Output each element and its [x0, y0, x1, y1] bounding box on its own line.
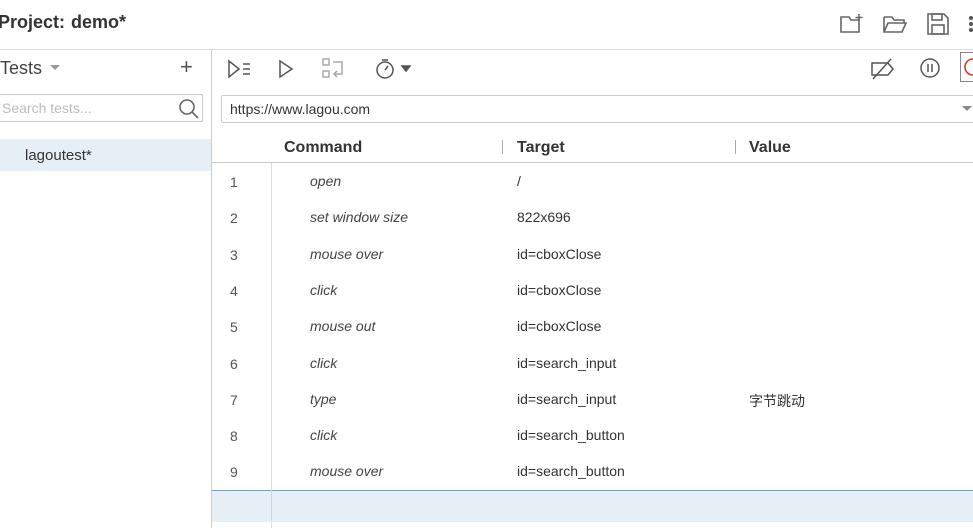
- row-number: 5: [230, 319, 238, 336]
- row-number: 8: [230, 428, 238, 445]
- record-icon: [964, 58, 973, 76]
- run-all-icon[interactable]: [227, 56, 253, 82]
- disable-breakpoints-icon[interactable]: [870, 56, 896, 82]
- target-cell: id=search_button: [517, 463, 625, 480]
- tests-dropdown[interactable]: Tests: [0, 58, 42, 79]
- table-row[interactable]: 9 mouse over id=search_button: [212, 453, 973, 489]
- target-cell: /: [517, 173, 521, 189]
- target-cell: id=cboxClose: [517, 281, 602, 298]
- command-cell: set window size: [310, 209, 409, 226]
- table-row[interactable]: 4 click id=cboxClose: [212, 272, 973, 308]
- test-item-label: lagoutest*: [25, 147, 92, 164]
- target-cell: id=search_input: [517, 354, 617, 371]
- row-number: 4: [230, 282, 238, 299]
- base-url-value: https://www.lagou.com: [230, 101, 371, 117]
- row-number: 1: [230, 174, 238, 190]
- caret-down-icon[interactable]: [50, 65, 60, 70]
- command-cell: click: [310, 354, 338, 371]
- command-cell: open: [310, 173, 342, 189]
- table-row[interactable]: 2 set window size 822x696: [212, 199, 973, 235]
- target-cell: 822x696: [517, 209, 571, 226]
- command-cell: click: [310, 281, 338, 298]
- target-cell: id=search_button: [517, 427, 625, 444]
- app-header: [0, 0, 973, 50]
- target-cell: id=search_input: [517, 390, 617, 407]
- row-number: 7: [230, 391, 238, 408]
- more-icon[interactable]: [965, 11, 973, 37]
- row-number: 6: [230, 355, 238, 372]
- command-cell: mouse over: [310, 463, 384, 480]
- command-cell: type: [310, 390, 337, 407]
- table-row[interactable]: 8 click id=search_button: [212, 417, 973, 453]
- column-header-value[interactable]: Value: [749, 139, 791, 157]
- command-cell: mouse over: [310, 245, 384, 262]
- target-cell: id=cboxClose: [517, 245, 602, 262]
- row-number: 2: [230, 210, 238, 227]
- record-button[interactable]: [960, 52, 973, 82]
- column-header-command[interactable]: Command: [284, 139, 362, 157]
- row-number: 3: [230, 246, 238, 263]
- search-input[interactable]: [0, 95, 174, 121]
- project-label: Project:: [0, 12, 66, 32]
- table-row[interactable]: 6 click id=search_input: [212, 345, 973, 381]
- search-icon[interactable]: [178, 98, 200, 120]
- new-folder-icon[interactable]: [839, 11, 865, 37]
- table-row[interactable]: 7 type id=search_input 字节跳动: [212, 381, 973, 417]
- command-cell: click: [310, 427, 338, 444]
- new-command-row[interactable]: [212, 490, 973, 522]
- add-test-button[interactable]: +: [180, 56, 193, 78]
- chevron-down-icon[interactable]: [962, 106, 972, 111]
- table-row[interactable]: 1 open /: [212, 163, 973, 199]
- step-icon[interactable]: [321, 56, 347, 82]
- value-cell: 字节跳动: [749, 393, 805, 410]
- pause-icon[interactable]: [918, 56, 944, 82]
- run-icon[interactable]: [275, 56, 301, 82]
- table-row[interactable]: 5 mouse out id=cboxClose: [212, 308, 973, 344]
- project-name[interactable]: demo*: [71, 12, 126, 32]
- command-cell: mouse out: [310, 318, 376, 335]
- project-title: Project: demo*: [0, 12, 126, 33]
- table-row[interactable]: 3 mouse over id=cboxClose: [212, 236, 973, 272]
- save-icon[interactable]: [925, 11, 951, 37]
- open-folder-icon[interactable]: [882, 11, 908, 37]
- speed-timer-icon[interactable]: [374, 56, 412, 82]
- column-divider[interactable]: [502, 140, 503, 154]
- row-number-divider: [271, 490, 272, 521]
- column-divider[interactable]: [735, 140, 736, 154]
- row-number: 9: [230, 464, 238, 481]
- target-cell: id=cboxClose: [517, 318, 602, 335]
- column-header-target[interactable]: Target: [517, 139, 565, 157]
